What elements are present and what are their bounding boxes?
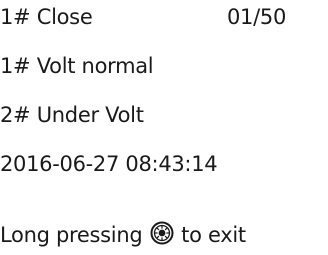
event-index: 01/50 bbox=[227, 5, 287, 29]
status-line-1: 1# Volt normal bbox=[0, 54, 154, 78]
event-header: 1# Close 01/50 bbox=[0, 0, 328, 34]
exit-hint-prefix: Long pressing bbox=[0, 223, 143, 247]
knob-icon bbox=[150, 221, 174, 245]
event-record-screen: 1# Close 01/50 1# Volt normal 2# Under V… bbox=[0, 0, 328, 252]
event-timestamp: 2016-06-27 08:43:14 bbox=[0, 152, 218, 176]
event-title: 1# Close bbox=[0, 5, 93, 29]
exit-hint-suffix: to exit bbox=[181, 223, 246, 247]
exit-hint: Long pressing to exit bbox=[0, 218, 246, 252]
status-line-2: 2# Under Volt bbox=[0, 103, 144, 127]
